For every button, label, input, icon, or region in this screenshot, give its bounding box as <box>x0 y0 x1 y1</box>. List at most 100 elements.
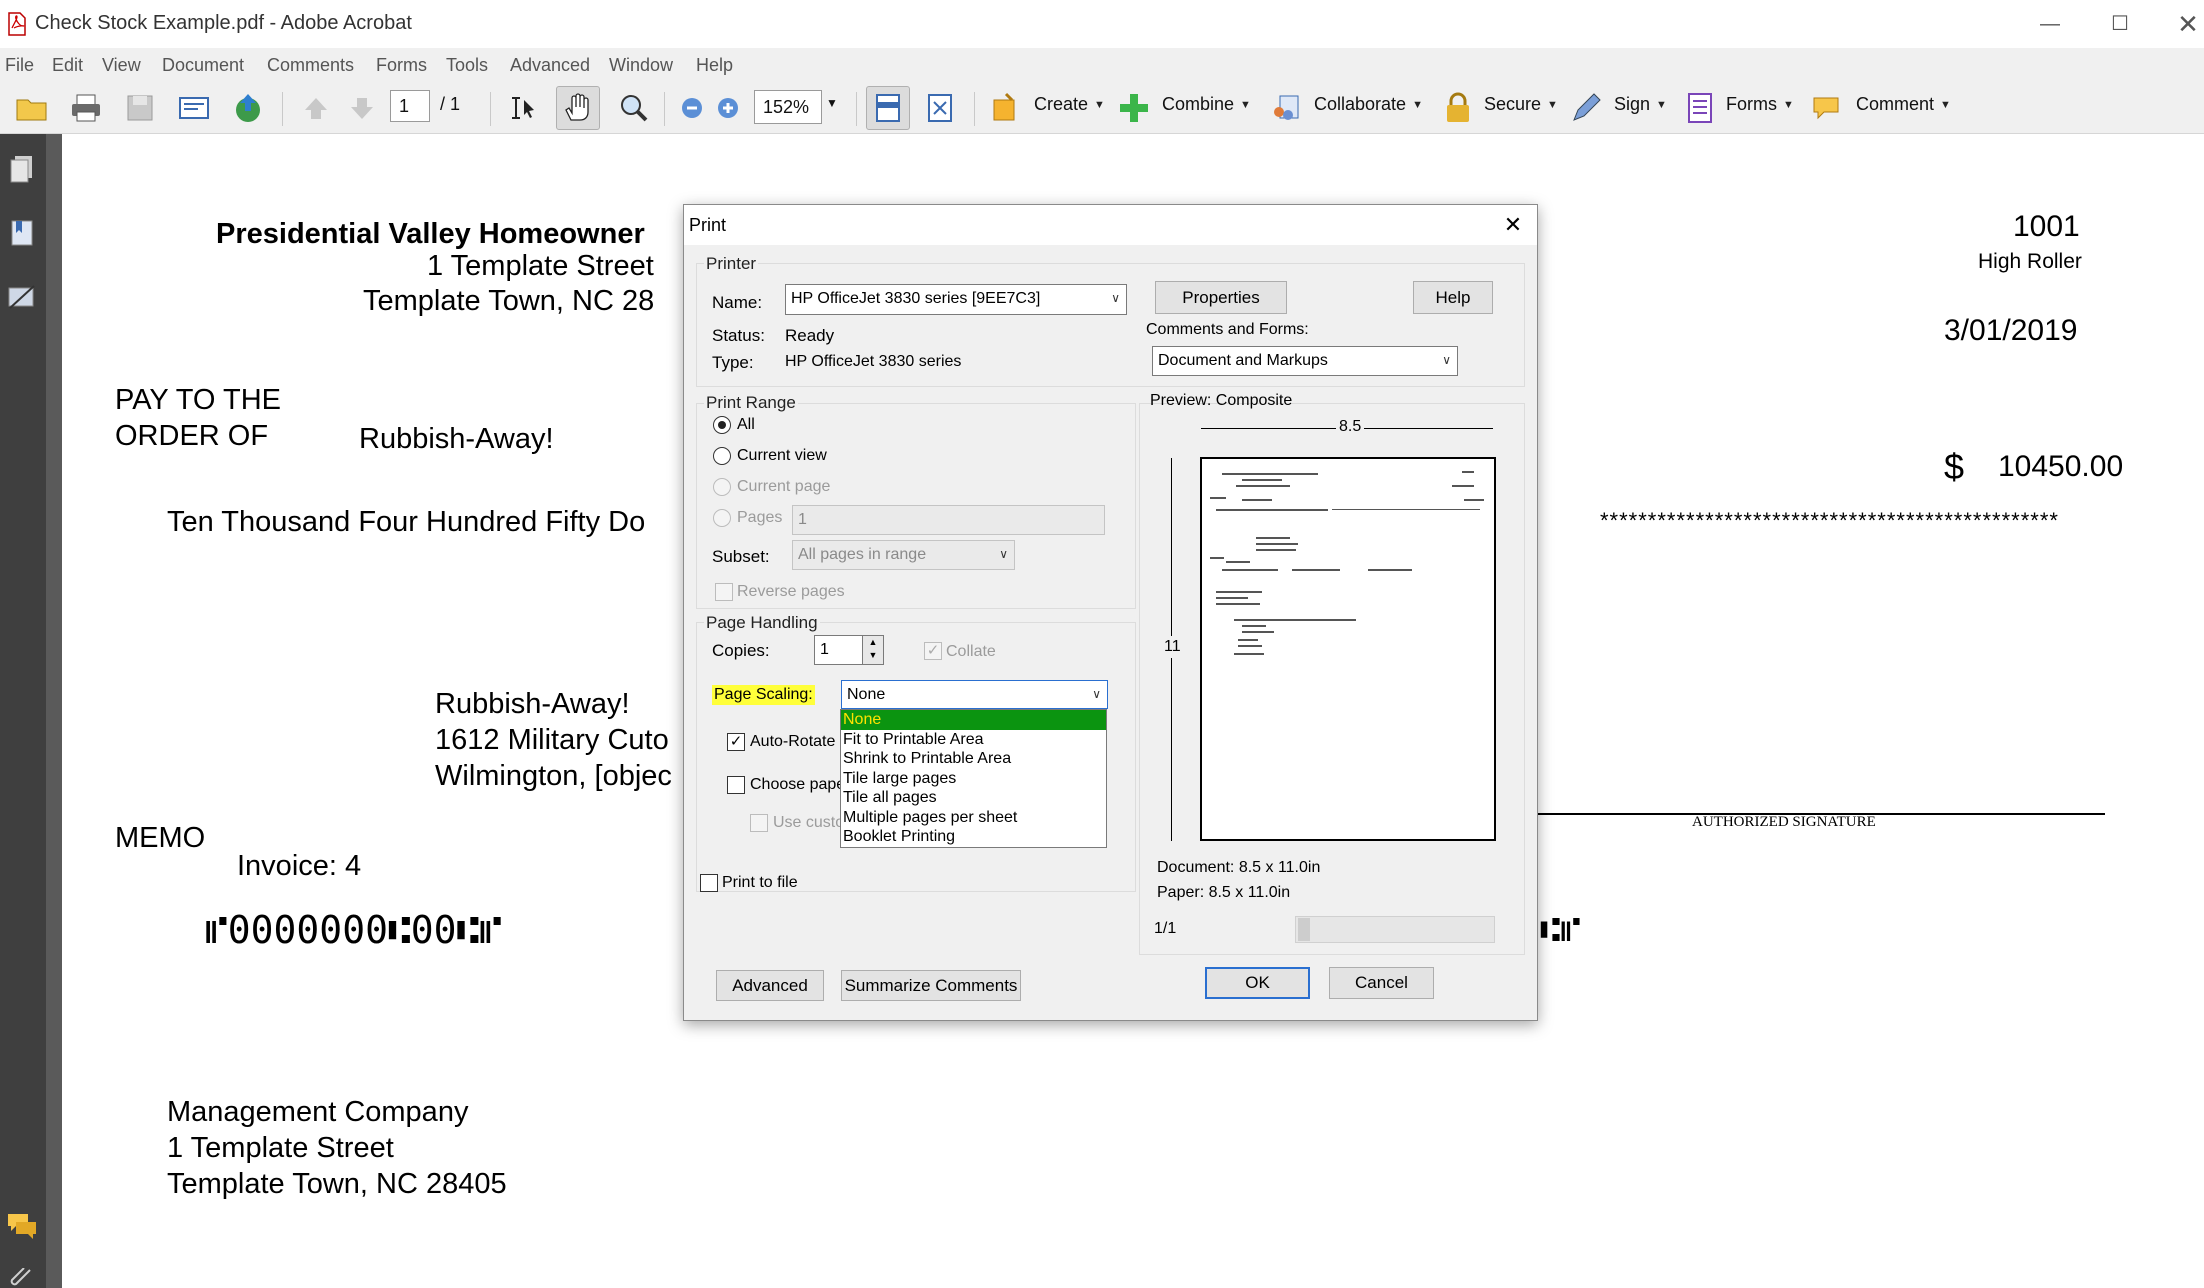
comments-panel-icon[interactable] <box>6 1210 38 1240</box>
org-name: Presidential Valley Homeowner <box>216 218 645 250</box>
create-icon[interactable] <box>988 90 1024 126</box>
close-window-icon[interactable]: ✕ <box>2168 8 2204 40</box>
scaling-option-tile-all[interactable]: Tile all pages <box>841 788 1106 808</box>
minimize-icon[interactable]: — <box>2030 8 2070 40</box>
combine-button[interactable]: Combine ▼ <box>1162 94 1251 115</box>
memo-label: MEMO <box>115 822 206 854</box>
menu-edit[interactable]: Edit <box>52 55 83 76</box>
menu-comments[interactable]: Comments <box>267 55 354 76</box>
pages-input[interactable]: 1 <box>792 505 1105 535</box>
select-text-icon[interactable] <box>506 90 542 126</box>
range-current-page-label: Current page <box>737 478 831 495</box>
menu-window[interactable]: Window <box>609 55 673 76</box>
amount-asterisks: ****************************************… <box>1600 508 2059 533</box>
fit-page-icon[interactable] <box>922 90 958 126</box>
scaling-option-tile-large[interactable]: Tile large pages <box>841 769 1106 789</box>
sign-button[interactable]: Sign ▼ <box>1614 94 1667 115</box>
comment-icon[interactable] <box>1810 90 1846 126</box>
collaborate-button[interactable]: Collaborate ▼ <box>1314 94 1423 115</box>
preview-width-label: 8.5 <box>1336 418 1365 436</box>
comments-forms-select[interactable]: Document and Markups ∨ <box>1152 346 1458 376</box>
scaling-option-booklet[interactable]: Booklet Printing <box>841 827 1106 847</box>
range-pages-radio[interactable] <box>713 509 731 527</box>
advanced-button[interactable]: Advanced <box>716 970 824 1001</box>
menu-file[interactable]: File <box>5 55 34 76</box>
menu-view[interactable]: View <box>102 55 141 76</box>
auto-rotate-checkbox[interactable]: ✓ <box>727 733 745 751</box>
sign-pen-icon[interactable] <box>1568 90 1604 126</box>
forms-button[interactable]: Forms ▼ <box>1726 94 1794 115</box>
menu-tools[interactable]: Tools <box>446 55 488 76</box>
properties-button[interactable]: Properties <box>1155 281 1287 314</box>
memo-value: Invoice: 4 <box>237 850 362 882</box>
email-icon[interactable] <box>176 90 212 126</box>
printer-name-select[interactable]: HP OfficeJet 3830 series [9EE7C3] ∨ <box>785 284 1127 315</box>
copies-input[interactable]: 1 <box>814 635 864 665</box>
range-current-view-radio[interactable] <box>713 447 731 465</box>
scaling-option-none[interactable]: None <box>841 710 1106 730</box>
org-street: 1 Template Street <box>427 250 654 282</box>
zoom-out-icon[interactable] <box>674 90 710 126</box>
signatures-panel-icon[interactable] <box>6 282 38 312</box>
range-all-radio[interactable] <box>713 416 731 434</box>
chevron-down-icon: ∨ <box>1442 353 1451 367</box>
mgmt-street: 1 Template Street <box>167 1132 394 1164</box>
preview-label: Preview: Composite <box>1150 392 1293 409</box>
zoom-tool-icon[interactable] <box>616 90 652 126</box>
secure-button[interactable]: Secure ▼ <box>1484 94 1558 115</box>
dialog-close-icon[interactable]: ✕ <box>1497 209 1529 241</box>
preview-page-slider[interactable] <box>1295 916 1495 943</box>
forms-icon[interactable] <box>1682 90 1718 126</box>
bookmarks-panel-icon[interactable] <box>8 218 36 248</box>
menu-document[interactable]: Document <box>162 55 244 76</box>
print-icon[interactable] <box>68 90 104 126</box>
micr-line-right: ⑆⑈ <box>1540 910 1581 950</box>
copies-stepper[interactable]: ▲ ▼ <box>862 635 884 665</box>
upload-globe-icon[interactable] <box>230 90 266 126</box>
menu-help[interactable]: Help <box>696 55 733 76</box>
range-current-view-label: Current view <box>737 447 827 464</box>
zoom-dropdown-icon[interactable]: ▼ <box>826 96 838 110</box>
menu-forms[interactable]: Forms <box>376 55 427 76</box>
use-custom-checkbox[interactable] <box>750 814 768 832</box>
choose-paper-checkbox[interactable] <box>727 776 745 794</box>
menu-advanced[interactable]: Advanced <box>510 55 590 76</box>
next-page-icon[interactable] <box>344 90 380 126</box>
zoom-level-input[interactable]: 152% <box>754 90 822 124</box>
open-folder-icon[interactable] <box>14 90 50 126</box>
scaling-option-fit[interactable]: Fit to Printable Area <box>841 730 1106 750</box>
amount-words: Ten Thousand Four Hundred Fifty Do <box>167 506 646 538</box>
subset-select[interactable]: All pages in range ∨ <box>792 540 1015 570</box>
comment-button[interactable]: Comment ▼ <box>1856 94 1951 115</box>
fit-width-icon[interactable] <box>870 90 906 126</box>
save-icon[interactable] <box>122 90 158 126</box>
combine-icon[interactable] <box>1116 90 1152 126</box>
copies-label: Copies: <box>712 641 770 660</box>
chevron-down-icon: ∨ <box>1111 291 1120 305</box>
scaling-option-shrink[interactable]: Shrink to Printable Area <box>841 749 1106 769</box>
mgmt-name: Management Company <box>167 1096 469 1128</box>
cancel-button[interactable]: Cancel <box>1329 967 1434 999</box>
pages-panel-icon[interactable] <box>8 154 36 184</box>
attachments-panel-icon[interactable] <box>10 1268 36 1288</box>
create-button[interactable]: Create ▼ <box>1034 94 1105 115</box>
collate-label: Collate <box>946 643 996 660</box>
range-current-page-radio[interactable] <box>713 478 731 496</box>
summarize-comments-button[interactable]: Summarize Comments <box>841 970 1021 1001</box>
collate-checkbox[interactable]: ✓ <box>924 642 942 660</box>
hand-tool-icon[interactable] <box>560 90 596 126</box>
print-to-file-checkbox[interactable] <box>700 874 718 892</box>
maximize-icon[interactable]: ☐ <box>2100 8 2140 40</box>
page-number-input[interactable]: 1 <box>390 90 430 122</box>
previous-page-icon[interactable] <box>298 90 334 126</box>
lock-icon[interactable] <box>1440 90 1476 126</box>
status-label: Status: <box>712 326 765 345</box>
page-scaling-select[interactable]: None ∨ <box>841 680 1108 709</box>
scaling-option-multiple[interactable]: Multiple pages per sheet <box>841 808 1106 828</box>
zoom-in-icon[interactable] <box>710 90 746 126</box>
reverse-pages-checkbox[interactable] <box>715 583 733 601</box>
slider-thumb[interactable] <box>1298 918 1310 941</box>
help-button[interactable]: Help <box>1413 281 1493 314</box>
ok-button[interactable]: OK <box>1205 967 1310 999</box>
collaborate-icon[interactable] <box>1268 90 1304 126</box>
